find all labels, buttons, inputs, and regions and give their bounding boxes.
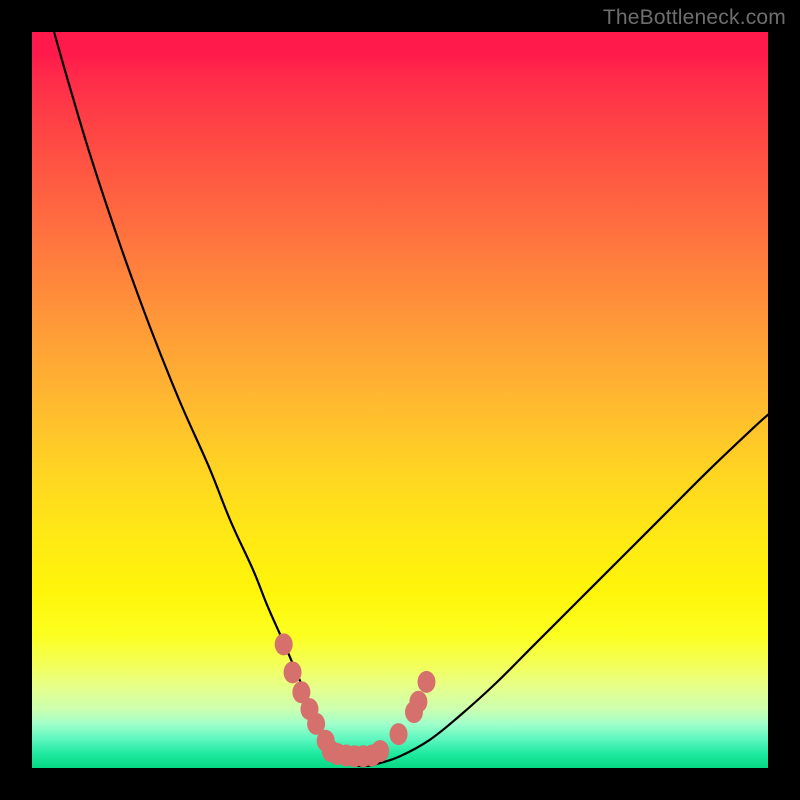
highlight-marker (390, 723, 408, 745)
highlight-marker (409, 691, 427, 713)
chart-plot-area (32, 32, 768, 768)
bottleneck-curve (54, 32, 768, 766)
watermark-text: TheBottleneck.com (603, 6, 786, 30)
highlight-marker (275, 633, 293, 655)
chart-svg (32, 32, 768, 768)
highlight-marker (284, 661, 302, 683)
highlight-marker (371, 740, 389, 762)
chart-frame: TheBottleneck.com (0, 0, 800, 800)
highlight-markers (275, 633, 436, 767)
highlight-marker (418, 671, 436, 693)
